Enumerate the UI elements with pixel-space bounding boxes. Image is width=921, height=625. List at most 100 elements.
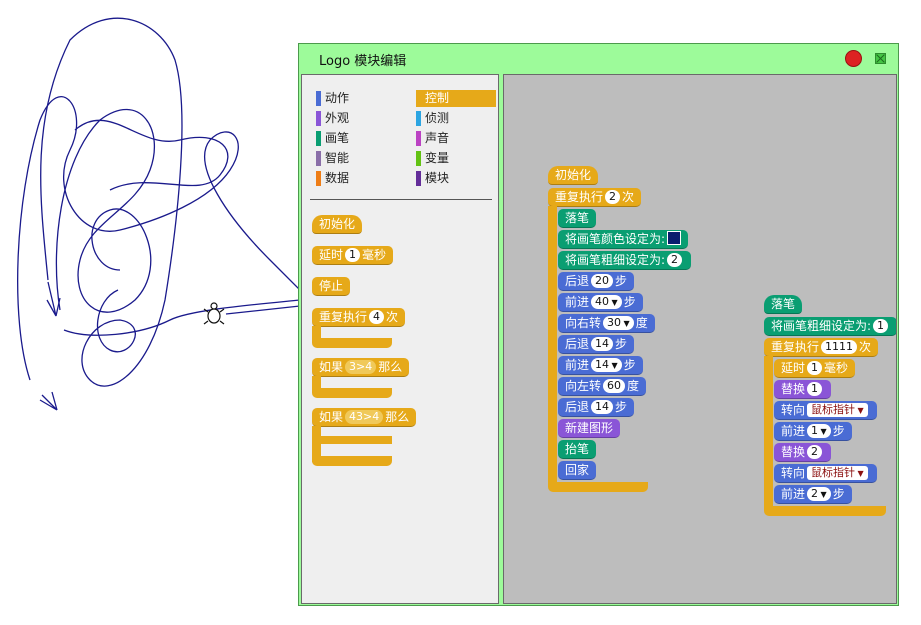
block-text: 前进	[565, 295, 590, 309]
category-label: 侦测	[425, 111, 450, 125]
steps-dropdown[interactable]: 2	[807, 487, 831, 501]
block-delay[interactable]: 延时 1 毫秒	[774, 359, 856, 378]
block-point-towards[interactable]: 转向 鼠标指针	[774, 464, 877, 483]
block-text: 向右转	[565, 316, 602, 330]
block-text: 抬笔	[565, 442, 590, 456]
block-init[interactable]: 初始化	[312, 215, 363, 234]
pen-color-swatch[interactable]	[667, 231, 682, 245]
block-text: 度	[627, 379, 640, 393]
steps-dropdown[interactable]: 40	[591, 295, 622, 309]
block-repeat[interactable]: 重复执行 2 次	[548, 188, 642, 207]
block-move-back[interactable]: 后退 14 步	[558, 398, 635, 417]
block-set-pen-color[interactable]: 将画笔颜色设定为:	[558, 230, 689, 249]
block-c-arm	[312, 326, 321, 338]
block-go-home[interactable]: 回家	[558, 461, 597, 480]
category-color-bar	[316, 131, 321, 146]
category-sound[interactable]: 声音	[416, 130, 496, 147]
block-text: 重复执行	[555, 190, 604, 204]
condition-slot[interactable]: 43>4	[345, 410, 384, 424]
window-titlebar[interactable]: Logo 模块编辑	[299, 44, 898, 74]
category-modules[interactable]: 模块	[416, 170, 496, 187]
block-set-pen-size[interactable]: 将画笔粗细设定为: 1	[764, 317, 896, 336]
block-turn-left[interactable]: 向左转 60 度	[558, 377, 647, 396]
block-text: 转向	[781, 466, 806, 480]
category-color-bar	[416, 171, 421, 186]
delay-input[interactable]: 1	[345, 248, 361, 262]
script-area[interactable]: 初始化 重复执行 2 次 落笔 将画笔颜色设定为: 将画笔粗细设定为: 2 后退 20 步…	[503, 74, 897, 604]
category-data[interactable]: 数据	[316, 170, 396, 187]
condition-slot[interactable]: 3>4	[345, 360, 377, 374]
block-init[interactable]: 初始化	[548, 166, 599, 185]
palette-divider	[310, 199, 492, 200]
category-label: 变量	[425, 151, 450, 165]
category-label: 控制	[425, 91, 450, 105]
category-color-bar	[416, 131, 421, 146]
block-pen-up[interactable]: 抬笔	[558, 440, 597, 459]
block-move-forward[interactable]: 前进40步	[558, 293, 643, 312]
block-switch-costume[interactable]: 替换 2	[774, 443, 832, 462]
steps-dropdown[interactable]: 14	[591, 358, 622, 372]
target-dropdown[interactable]: 鼠标指针	[807, 403, 868, 417]
block-text: 步	[832, 424, 845, 438]
category-label: 声音	[425, 131, 450, 145]
target-dropdown[interactable]: 鼠标指针	[807, 466, 868, 480]
steps-dropdown[interactable]: 1	[807, 424, 831, 438]
degrees-input[interactable]: 60	[603, 379, 626, 393]
repeat-count-input[interactable]: 1111	[821, 340, 858, 354]
block-move-back[interactable]: 后退 14 步	[558, 335, 635, 354]
block-text: 毫秒	[362, 248, 387, 262]
category-label: 数据	[325, 171, 350, 185]
category-label: 智能	[325, 151, 350, 165]
category-smart[interactable]: 智能	[316, 150, 396, 167]
turtle-sprite-icon[interactable]	[202, 300, 226, 328]
pen-size-input[interactable]: 2	[667, 253, 683, 267]
logo-module-editor-window: Logo 模块编辑 动作 控制 外观 侦测 画笔 声音 智能 变量 数据 模块 …	[298, 43, 899, 606]
costume-input[interactable]: 1	[807, 382, 823, 396]
block-new-shape[interactable]: 新建图形	[558, 419, 621, 438]
steps-input[interactable]: 14	[591, 400, 614, 414]
category-variables[interactable]: 变量	[416, 150, 496, 167]
category-motion[interactable]: 动作	[316, 90, 396, 107]
category-color-bar	[416, 151, 421, 166]
category-pen[interactable]: 画笔	[316, 130, 396, 147]
block-turn-right[interactable]: 向右转30度	[558, 314, 655, 333]
category-color-bar	[316, 111, 321, 126]
block-delay[interactable]: 延时 1 毫秒	[312, 246, 394, 265]
category-control[interactable]: 控制	[416, 90, 496, 107]
degrees-dropdown[interactable]: 30	[603, 316, 634, 330]
block-point-towards[interactable]: 转向 鼠标指针	[774, 401, 877, 420]
block-switch-costume[interactable]: 替换 1	[774, 380, 832, 399]
block-stop[interactable]: 停止	[312, 277, 351, 296]
block-repeat[interactable]: 重复执行 4 次	[312, 308, 406, 327]
repeat-count-input[interactable]: 2	[605, 190, 621, 204]
block-if-else[interactable]: 如果 43>4 那么	[312, 408, 417, 427]
block-move-forward[interactable]: 前进2步	[774, 485, 852, 504]
pen-size-input[interactable]: 1	[873, 319, 889, 333]
block-text: 步	[615, 274, 628, 288]
delay-input[interactable]: 1	[807, 361, 823, 375]
restore-icon[interactable]	[875, 53, 886, 64]
block-else-bar	[312, 436, 392, 444]
category-color-bar	[316, 151, 321, 166]
category-looks[interactable]: 外观	[316, 110, 396, 127]
block-pen-down[interactable]: 落笔	[764, 295, 803, 314]
block-if[interactable]: 如果 3>4 那么	[312, 358, 410, 377]
block-text: 那么	[385, 410, 410, 424]
block-move-forward[interactable]: 前进14步	[558, 356, 643, 375]
block-pen-down[interactable]: 落笔	[558, 209, 597, 228]
repeat-count-input[interactable]: 4	[369, 310, 385, 324]
category-color-bar	[416, 91, 421, 106]
steps-input[interactable]: 14	[591, 337, 614, 351]
block-text: 如果	[319, 360, 344, 374]
block-set-pen-size[interactable]: 将画笔粗细设定为: 2	[558, 251, 692, 270]
block-repeat[interactable]: 重复执行 1111 次	[764, 338, 879, 357]
block-text: 将画笔颜色设定为:	[565, 232, 666, 246]
steps-input[interactable]: 20	[591, 274, 614, 288]
category-sensing[interactable]: 侦测	[416, 110, 496, 127]
block-move-forward[interactable]: 前进1步	[774, 422, 852, 441]
block-text: 步	[615, 400, 628, 414]
costume-input[interactable]: 2	[807, 445, 823, 459]
close-icon[interactable]	[845, 50, 862, 67]
block-text: 初始化	[319, 217, 356, 231]
block-move-back[interactable]: 后退 20 步	[558, 272, 635, 291]
